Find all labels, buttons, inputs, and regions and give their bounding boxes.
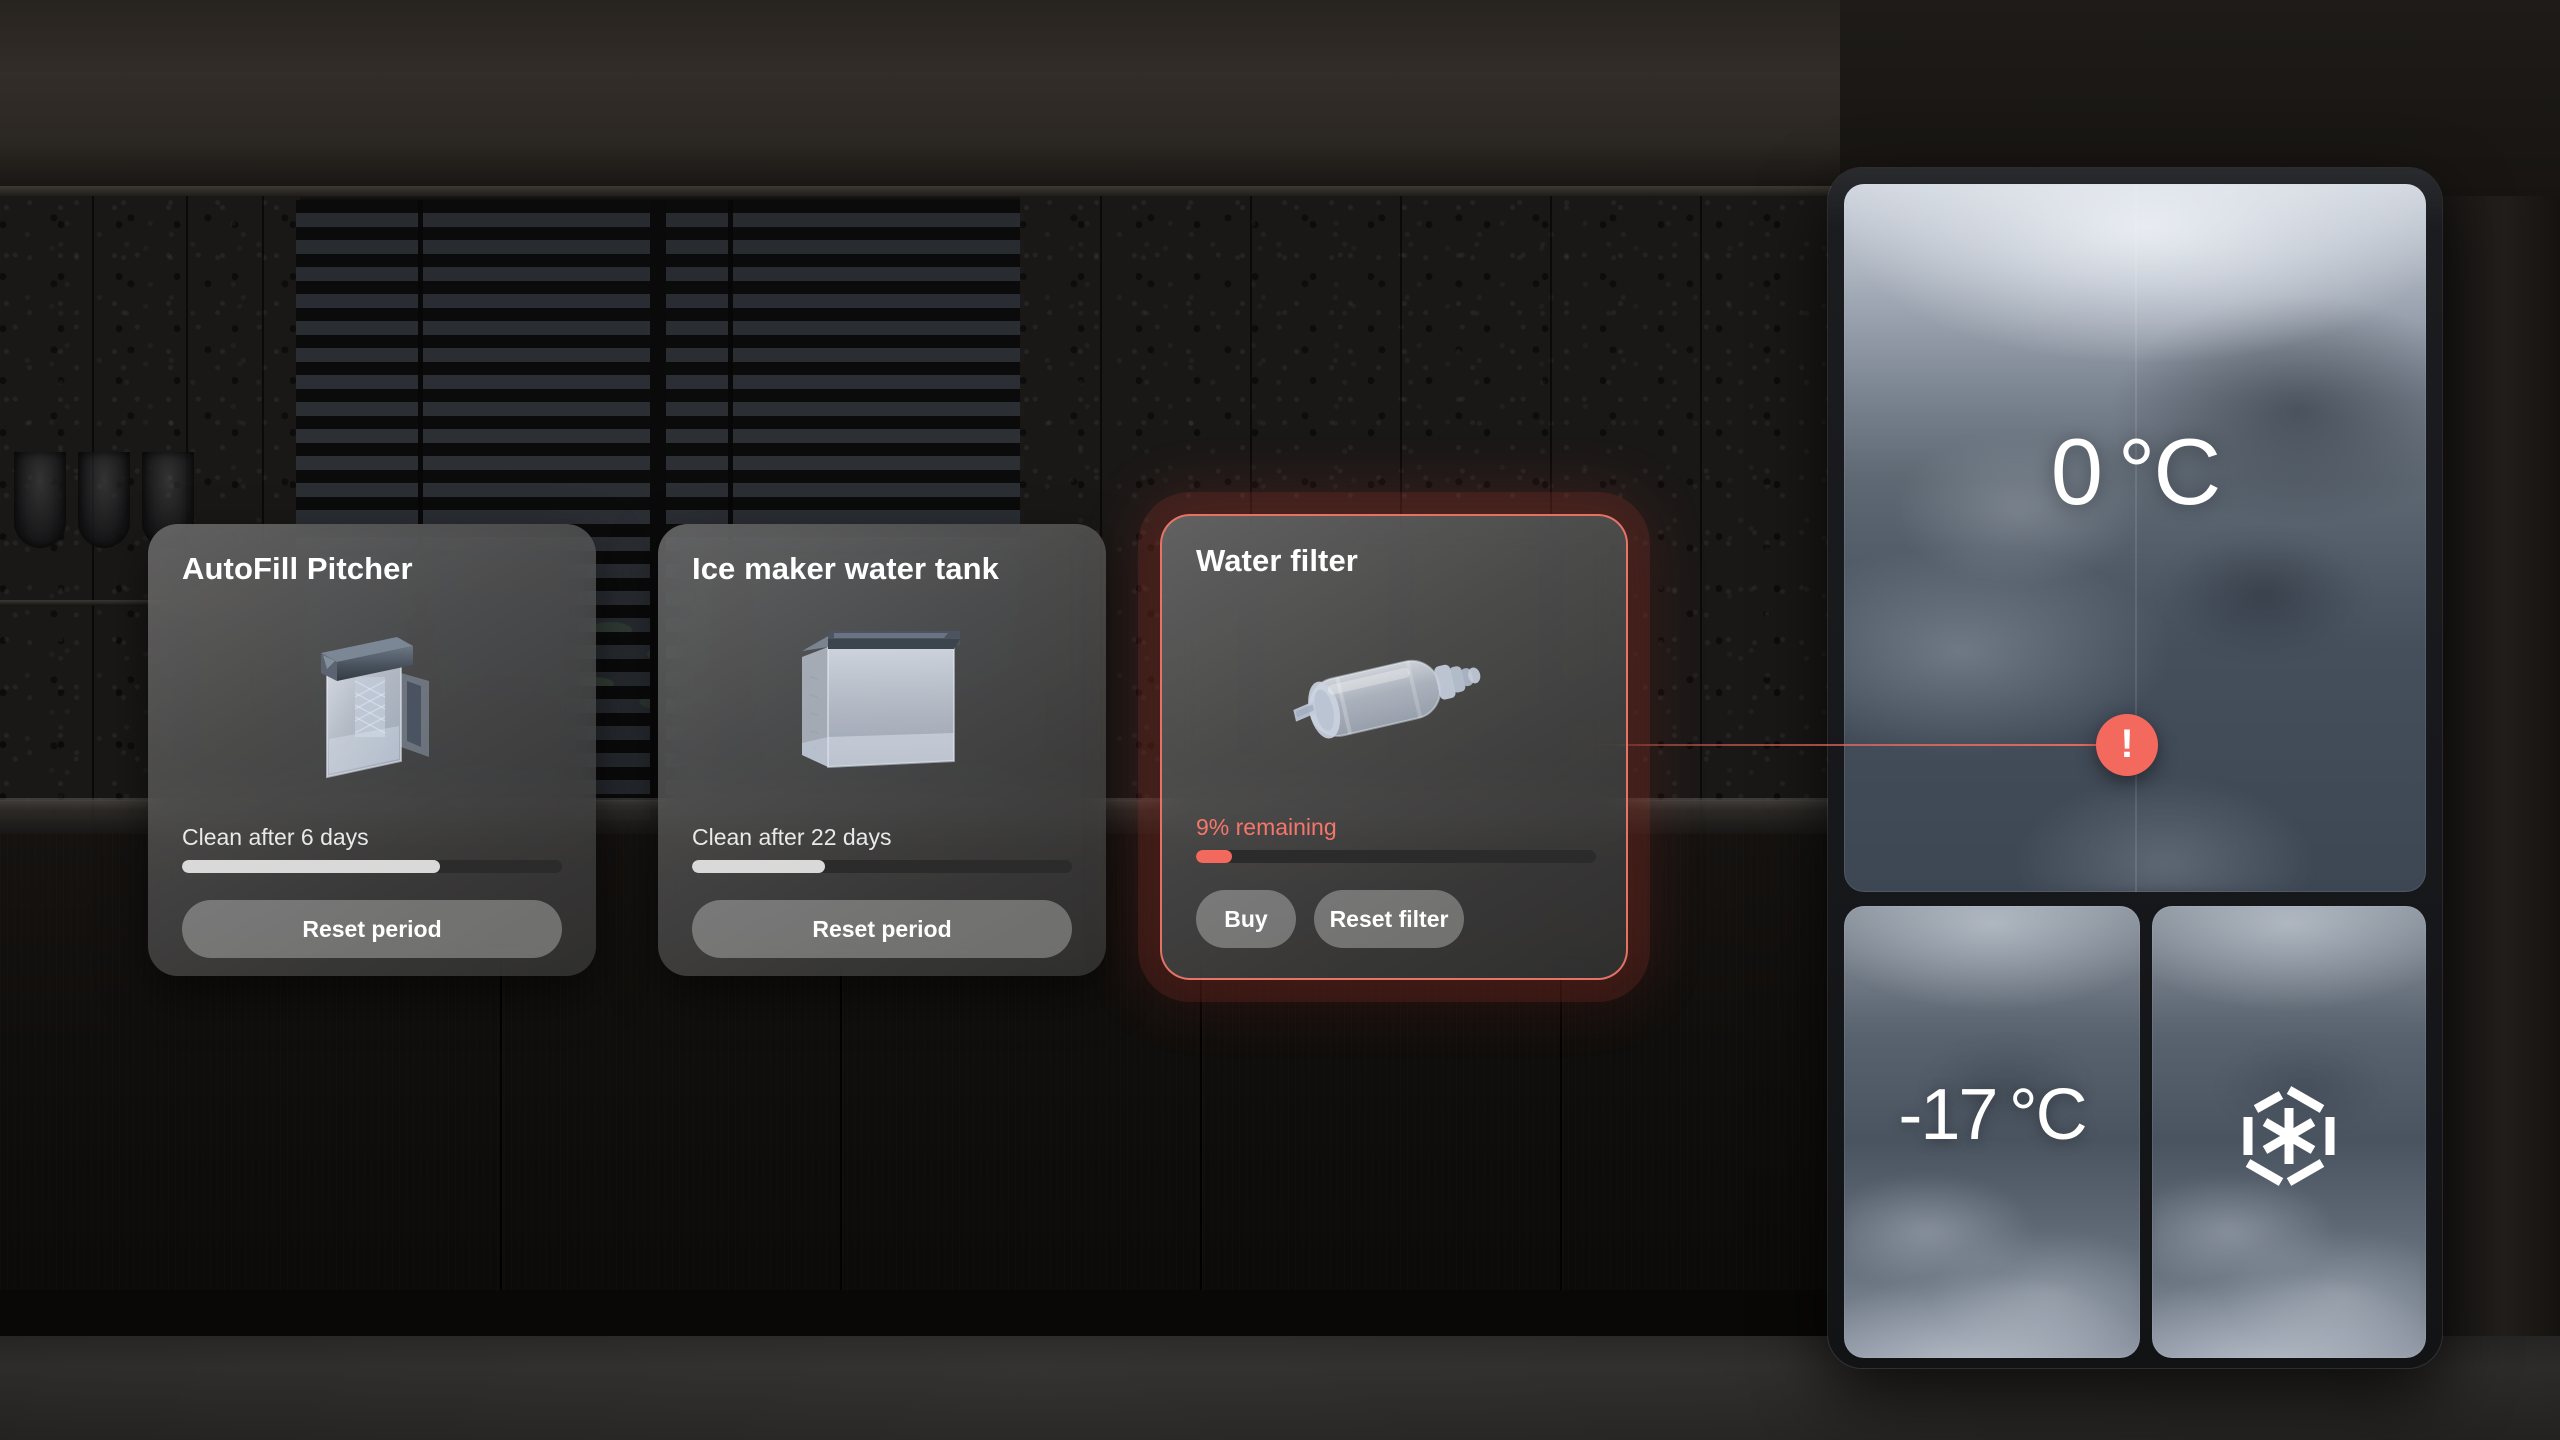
water-tank-icon xyxy=(658,620,1106,790)
buy-button[interactable]: Buy xyxy=(1196,890,1296,948)
progress-fill xyxy=(692,860,825,873)
card-autofill-pitcher[interactable]: AutoFill Pitcher Clean after 6 days Rese… xyxy=(148,524,596,976)
card-status-text: 9% remaining xyxy=(1196,814,1337,840)
right-wall-panel xyxy=(2440,196,2560,1336)
card-actions: Reset period xyxy=(692,900,1072,958)
card-title: Water filter xyxy=(1196,543,1358,578)
wall-seam xyxy=(1700,196,1702,820)
alert-icon: ! xyxy=(2120,722,2134,766)
hanging-glass xyxy=(14,452,66,548)
toe-kick xyxy=(0,1290,1840,1336)
card-ice-maker-water-tank[interactable]: Ice maker water tank Clean after 22 days… xyxy=(658,524,1106,976)
freezer-right-compartment[interactable] xyxy=(2152,906,2426,1358)
freezer-temperature: -17 °C xyxy=(1898,1075,2087,1155)
card-actions: Buy Reset filter xyxy=(1196,890,1592,948)
progress-fill xyxy=(1196,850,1232,863)
hanging-glass xyxy=(78,452,130,548)
reset-period-button[interactable]: Reset period xyxy=(182,900,562,958)
reset-period-button[interactable]: Reset period xyxy=(692,900,1072,958)
card-title: AutoFill Pitcher xyxy=(182,551,413,586)
progress-bar xyxy=(182,860,562,873)
door-split-line xyxy=(2135,184,2137,892)
water-pitcher-icon xyxy=(148,620,596,790)
card-title: Ice maker water tank xyxy=(692,551,1000,586)
card-actions: Reset period xyxy=(182,900,562,958)
progress-bar xyxy=(1196,850,1596,863)
card-water-filter[interactable]: Water filter 9% remaining Buy Reset filt… xyxy=(1160,514,1628,980)
card-status-text: Clean after 6 days xyxy=(182,824,369,850)
screen: 0 °C -17 °C ! AutoFill Pitcher Clean aft… xyxy=(0,0,2560,1440)
status-badge[interactable]: ! xyxy=(2096,714,2158,776)
snowflake-icon xyxy=(2237,1084,2341,1196)
progress-fill xyxy=(182,860,441,873)
progress-bar xyxy=(692,860,1072,873)
water-filter-cartridge-icon xyxy=(1162,612,1626,782)
alert-connector-line xyxy=(1580,744,2126,746)
card-status-text: Clean after 22 days xyxy=(692,824,892,850)
fridge-compartment[interactable]: 0 °C xyxy=(1844,184,2426,892)
freezer-left-compartment[interactable]: -17 °C xyxy=(1844,906,2140,1358)
fridge-temperature: 0 °C xyxy=(2050,419,2222,524)
reset-filter-button[interactable]: Reset filter xyxy=(1314,890,1464,948)
